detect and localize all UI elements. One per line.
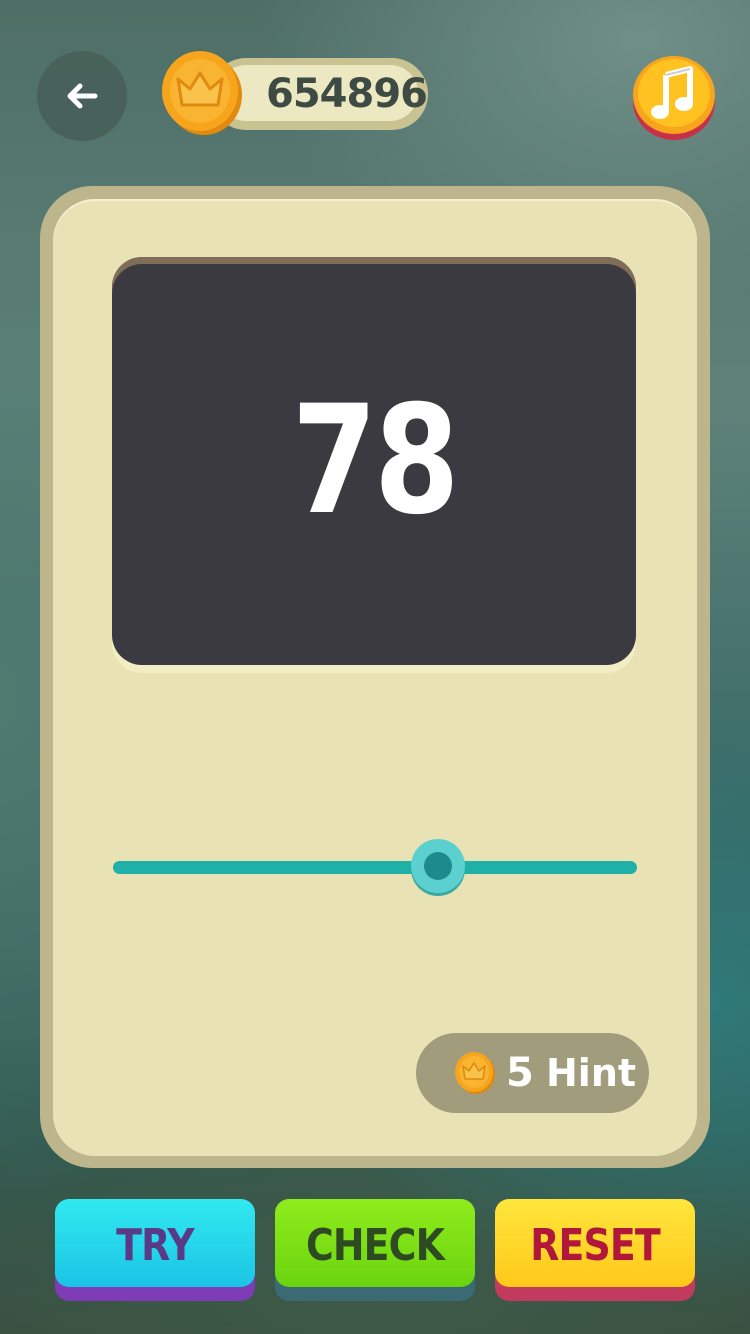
check-button-label: CHECK bbox=[305, 1220, 445, 1271]
back-button[interactable] bbox=[37, 51, 127, 141]
hint-label: Hint bbox=[546, 1051, 637, 1095]
music-toggle-button[interactable] bbox=[632, 53, 716, 141]
coin-count: 654896 bbox=[266, 71, 428, 117]
reset-button[interactable]: RESET bbox=[495, 1199, 695, 1301]
try-button[interactable]: TRY bbox=[55, 1199, 255, 1301]
try-button-label: TRY bbox=[116, 1220, 195, 1271]
crown-coin-icon bbox=[455, 1052, 495, 1094]
number-slider[interactable] bbox=[113, 861, 637, 874]
crown-coin-icon bbox=[162, 51, 242, 135]
hint-cost: 5 bbox=[506, 1050, 534, 1096]
reset-button-label: RESET bbox=[530, 1220, 660, 1271]
display-number: 78 bbox=[291, 374, 460, 548]
arrow-left-icon bbox=[67, 83, 98, 109]
check-button[interactable]: CHECK bbox=[275, 1199, 475, 1301]
hint-button[interactable]: 5 Hint bbox=[416, 1033, 649, 1113]
slider-handle[interactable] bbox=[410, 839, 465, 893]
